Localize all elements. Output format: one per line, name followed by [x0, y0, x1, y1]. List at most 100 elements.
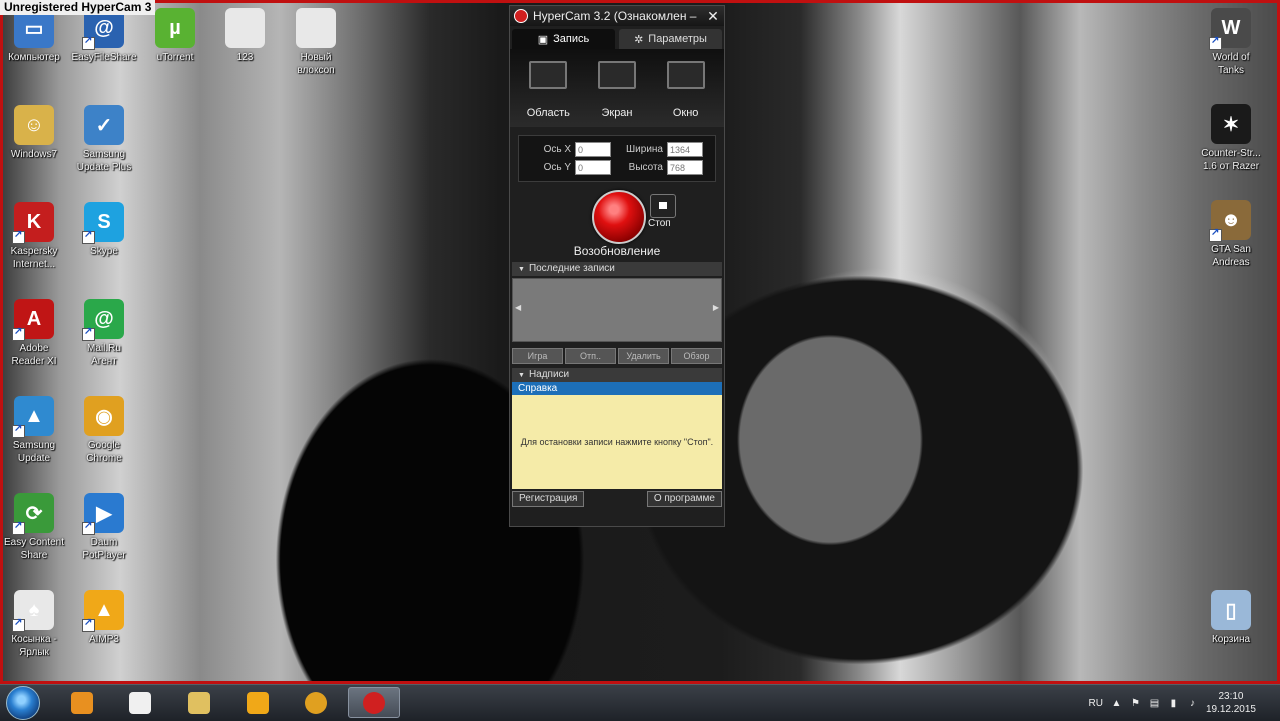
scroll-left-icon[interactable]: ◀	[515, 303, 521, 312]
shortcut-arrow-icon	[82, 520, 95, 535]
desktop-icon-gta-san-andreas[interactable]: ☻GTA San Andreas	[1193, 200, 1269, 269]
width-input[interactable]	[667, 142, 703, 157]
desktop-icon-easyfileshare[interactable]: @EasyFileShare	[66, 8, 142, 64]
desktop-icon-utorrent[interactable]: µ uTorrent	[137, 8, 213, 64]
desktop-icon-computer[interactable]: ▭ Компьютер	[0, 8, 72, 64]
clock-date: 19.12.2015	[1205, 704, 1256, 715]
shortcut-arrow-icon	[82, 35, 95, 50]
help-tab[interactable]: Справка	[512, 382, 722, 395]
clock[interactable]: 23:10 19.12.2015	[1206, 690, 1256, 716]
desktop-icon-label: EasyFileShare	[71, 52, 137, 63]
about-button[interactable]: О программе	[646, 491, 722, 507]
utorrent-icon: µ	[155, 8, 195, 48]
taskbar-item-notepad[interactable]	[114, 687, 166, 718]
document-icon	[129, 691, 151, 714]
desktop-icon-counter-strike[interactable]: ✶ Counter-Str... 1.6 от Razer	[1193, 104, 1269, 173]
play-button[interactable]: Игра	[512, 348, 563, 364]
desktop-icon-recycle-bin[interactable]: ▯ Корзина	[1193, 590, 1269, 646]
camera-icon: ▣	[537, 33, 549, 46]
desktop-icon-windows7[interactable]: ☺ Windows7	[0, 105, 72, 161]
language-indicator[interactable]: RU	[1088, 698, 1102, 709]
desktop-icon-label: Google Chrome	[86, 440, 122, 464]
desktop-icon-mailru[interactable]: @Mail.Ru Агент	[66, 299, 142, 368]
x-axis-label: Ось X	[543, 144, 571, 155]
taskbar-item-explorer[interactable]	[173, 687, 225, 718]
desktop-icon-aimp3[interactable]: ▲ AIMP3	[66, 590, 142, 646]
folder-user-icon: ☺	[14, 105, 54, 145]
height-input[interactable]	[667, 160, 703, 175]
kaspersky-icon: K	[12, 202, 54, 244]
taskbar-item-chrome[interactable]	[290, 687, 342, 718]
recent-recordings-header[interactable]: ▼ Последние записи	[512, 262, 722, 276]
desktop-icon-label: 123	[236, 52, 254, 63]
region-icon	[529, 61, 568, 89]
signal-icon[interactable]: ▮	[1168, 698, 1179, 709]
start-button[interactable]	[6, 686, 40, 720]
hypercam-titlebar[interactable]: HyperCam 3.2 (Ознакомлен – ✕	[510, 6, 724, 26]
screen-icon	[597, 61, 636, 89]
hypercam-window[interactable]: HyperCam 3.2 (Ознакомлен – ✕ ▣ Запись ✲ …	[509, 5, 725, 527]
desktop-icon-daum-potplayer[interactable]: ▶Daum PotPlayer	[66, 493, 142, 562]
tab-settings[interactable]: ✲ Параметры	[619, 29, 722, 49]
scroll-right-icon[interactable]: ▶	[713, 303, 719, 312]
solitaire-icon: ♠	[12, 590, 54, 632]
desktop-icon-label: AIMP3	[88, 634, 119, 645]
mailru-agent-icon: @	[82, 299, 124, 341]
folder-icon	[188, 691, 210, 714]
mode-window-button[interactable]: Окно	[656, 61, 716, 119]
desktop-icon-file-123[interactable]: 123	[207, 8, 283, 64]
desktop-icon-world-of-tanks[interactable]: WWorld of Tanks	[1193, 8, 1269, 77]
taskbar-item-hypercam[interactable]	[348, 687, 400, 718]
desktop-icon-adobe-reader[interactable]: AAdobe Reader XI	[0, 299, 72, 368]
desktop-icon-samsung-update-plus[interactable]: ✓ Samsung Update Plus	[66, 105, 142, 174]
shortcut-arrow-icon	[12, 229, 25, 244]
shortcut-arrow-icon	[82, 617, 95, 632]
desktop-icon-label: Новый влоксоп	[297, 52, 335, 76]
desktop-icon-kaspersky[interactable]: KKaspersky Internet...	[0, 202, 72, 271]
tab-record-label: Запись	[553, 33, 590, 45]
mode-region-button[interactable]: Область	[518, 61, 578, 119]
stop-button[interactable]	[650, 194, 676, 218]
network-icon[interactable]: ▤	[1149, 698, 1160, 709]
potplayer-icon: ▶	[82, 493, 124, 535]
collapse-icon: ▼	[518, 266, 525, 273]
desktop-icon-label: Counter-Str... 1.6 от Razer	[1201, 148, 1261, 172]
volume-icon[interactable]: ♪	[1187, 698, 1198, 709]
desktop-icon-new-doc[interactable]: Новый влоксоп	[278, 8, 354, 77]
window-icon	[666, 61, 705, 89]
shortcut-arrow-icon	[82, 326, 95, 341]
desktop-icon-skype[interactable]: S Skype	[66, 202, 142, 258]
mode-screen-button[interactable]: Экран	[587, 61, 647, 119]
easy-content-share-icon: ⟳	[12, 493, 54, 535]
desktop-icon-kosynka[interactable]: ♠Косынка - Ярлык	[0, 590, 72, 659]
delete-button[interactable]: Удалить	[618, 348, 669, 364]
browse-button[interactable]: Обзор	[671, 348, 722, 364]
desktop-icon-label: Daum PotPlayer	[82, 537, 126, 561]
skype-icon: S	[82, 202, 124, 244]
show-hidden-icons-icon[interactable]: ▲	[1111, 698, 1122, 709]
taskbar-item-media-player[interactable]	[56, 687, 108, 718]
taskbar-item-aimp[interactable]	[232, 687, 284, 718]
record-button[interactable]	[592, 190, 646, 244]
desktop-icon-easy-content-share[interactable]: ⟳Easy Content Share	[0, 493, 72, 562]
width-label: Ширина	[626, 144, 663, 155]
desktop-icon-label: Компьютер	[8, 52, 60, 63]
tab-record[interactable]: ▣ Запись	[512, 29, 615, 49]
y-axis-input[interactable]	[575, 160, 611, 175]
desktop-icon-google-chrome[interactable]: ◉ Google Chrome	[66, 396, 142, 465]
desktop-icon-label: Косынка - Ярлык	[11, 634, 57, 658]
register-button[interactable]: Регистрация	[512, 491, 585, 507]
desktop-icon-samsung-update[interactable]: ▲Samsung Update	[0, 396, 72, 465]
stop-label: Стоп	[648, 218, 671, 229]
captions-header[interactable]: ▼ Надписи	[512, 368, 722, 382]
x-axis-input[interactable]	[575, 142, 611, 157]
recent-recordings-list[interactable]: ◀ ▶	[512, 278, 722, 342]
open-button[interactable]: Отп..	[565, 348, 616, 364]
desktop-icon-label: World of Tanks	[1212, 52, 1250, 76]
close-icon[interactable]: ✕	[706, 8, 720, 25]
flag-icon[interactable]: ⚑	[1130, 698, 1141, 709]
resume-label: Возобновление	[573, 244, 661, 258]
shortcut-arrow-icon	[12, 423, 25, 438]
shortcut-arrow-icon	[12, 617, 25, 632]
desktop-icon-label: Samsung Update	[12, 440, 56, 464]
